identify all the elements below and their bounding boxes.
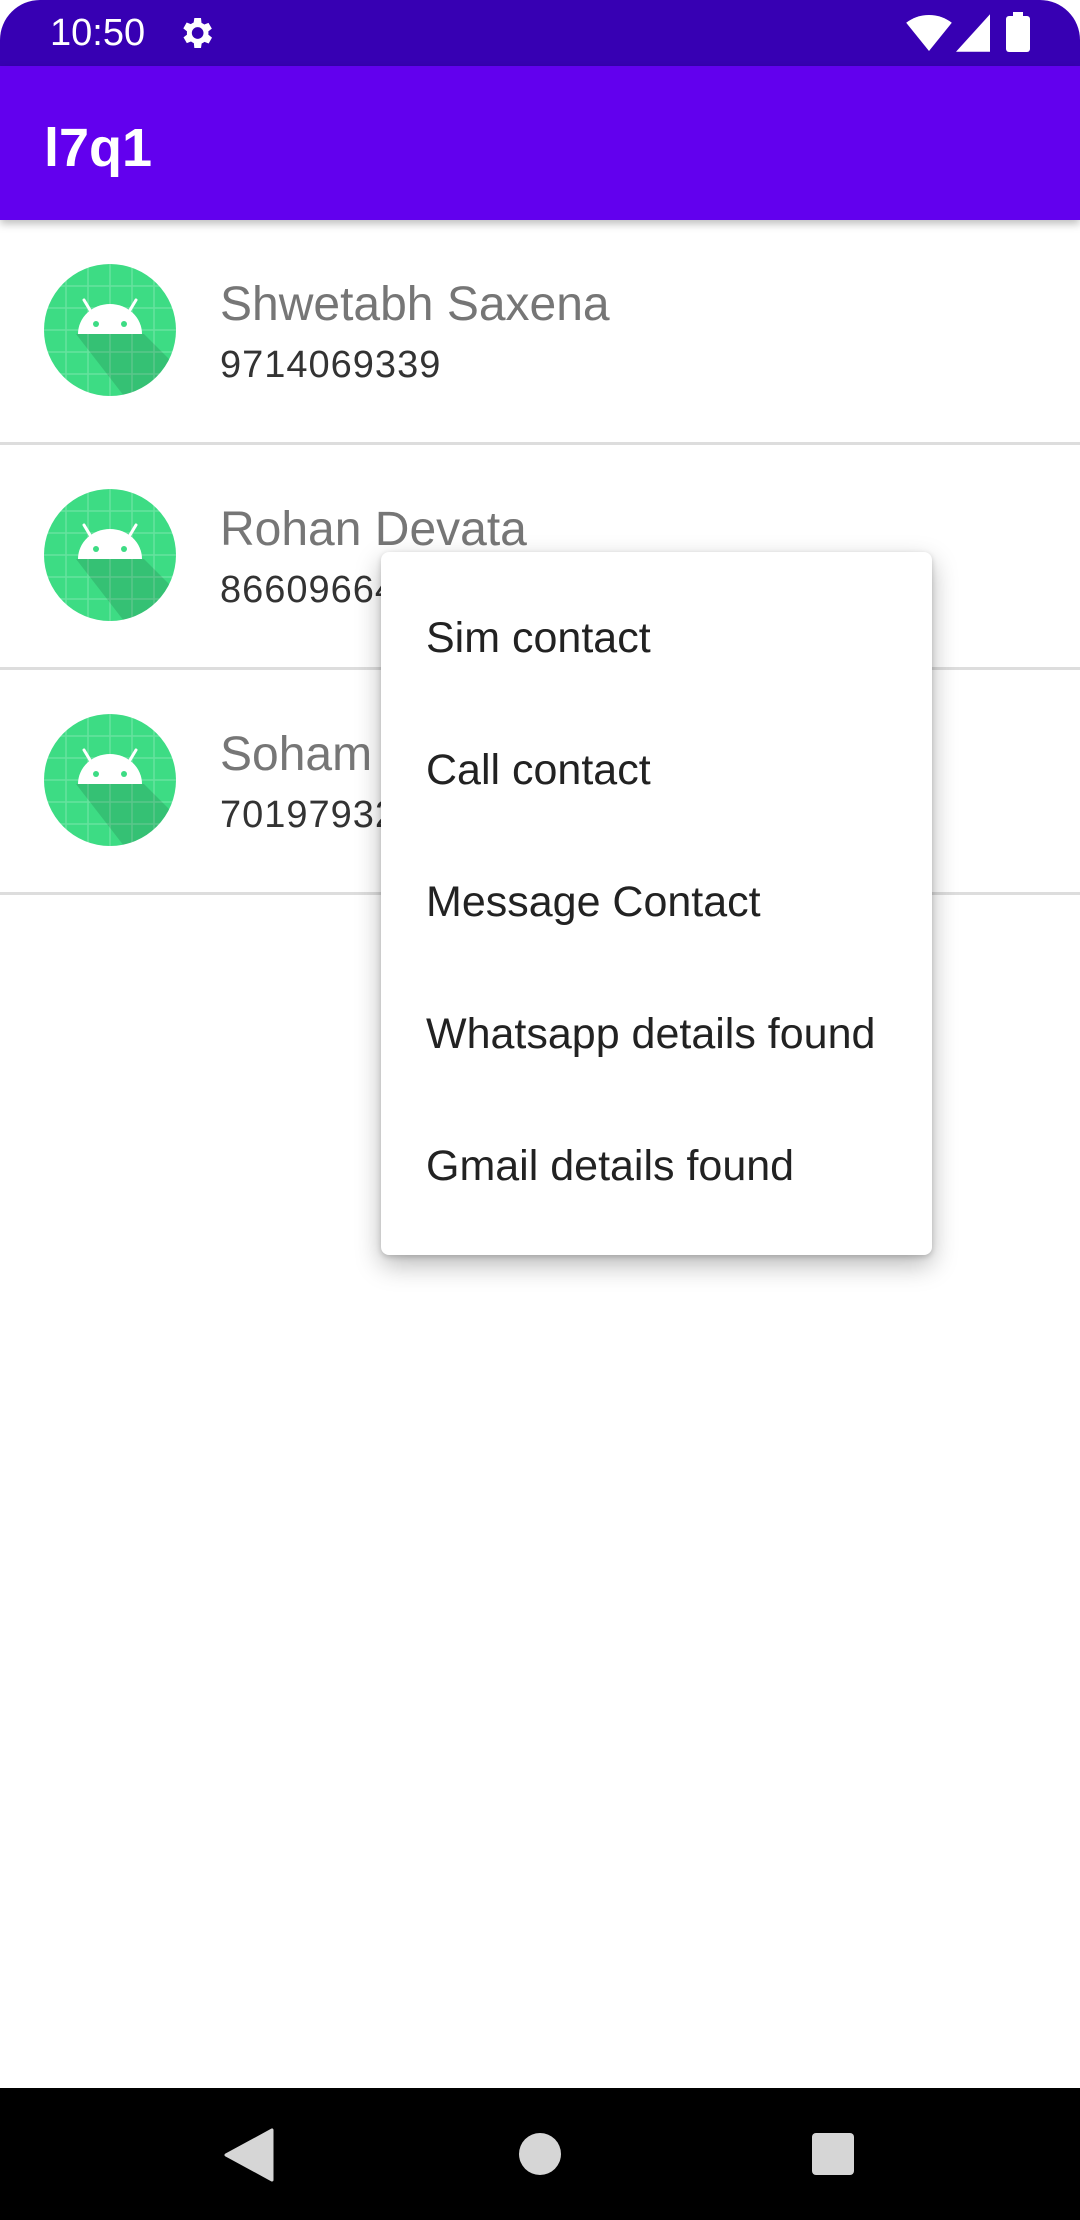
back-icon[interactable] xyxy=(222,2128,274,2182)
status-time: 10:50 xyxy=(50,12,146,54)
settings-gear-icon xyxy=(183,18,212,48)
navigation-bar xyxy=(0,2088,1080,2220)
contact-name: Shwetabh Saxena xyxy=(220,278,610,331)
android-avatar-icon xyxy=(44,489,176,621)
battery-icon xyxy=(1006,12,1030,52)
contact-name: Soham xyxy=(220,728,373,781)
menu-item-sim-contact[interactable]: Sim contact xyxy=(381,572,932,704)
status-bar: 10:50 xyxy=(0,0,1080,66)
menu-item-gmail-details[interactable]: Gmail details found xyxy=(381,1100,932,1232)
app-bar: l7q1 xyxy=(0,66,1080,220)
cell-signal-icon xyxy=(956,14,990,52)
android-avatar-icon xyxy=(44,264,176,396)
wifi-icon xyxy=(906,14,952,52)
android-avatar-icon xyxy=(44,714,176,846)
context-menu: Sim contact Call contact Message Contact… xyxy=(381,552,932,1255)
home-icon[interactable] xyxy=(518,2132,562,2176)
contact-number: 9714069339 xyxy=(220,344,442,386)
contact-row[interactable]: Shwetabh Saxena 9714069339 xyxy=(0,220,1080,445)
menu-item-call-contact[interactable]: Call contact xyxy=(381,704,932,836)
app-title: l7q1 xyxy=(44,118,153,178)
menu-item-message-contact[interactable]: Message Contact xyxy=(381,836,932,968)
contact-name: Rohan Devata xyxy=(220,503,527,556)
menu-item-whatsapp-details[interactable]: Whatsapp details found xyxy=(381,968,932,1100)
recents-icon[interactable] xyxy=(812,2133,854,2175)
